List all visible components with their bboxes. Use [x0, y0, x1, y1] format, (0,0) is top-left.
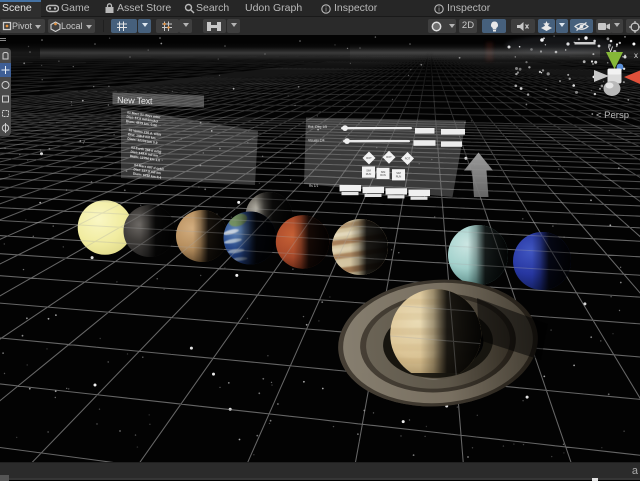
svg-text:SIM: SIM	[381, 170, 386, 174]
svg-text:SIM: SIM	[366, 169, 371, 173]
svg-text:Rs 1/1: Rs 1/1	[309, 184, 318, 188]
svg-text:RUN: RUN	[380, 173, 386, 177]
svg-text:x: x	[634, 51, 638, 60]
svg-text:< Persp: < Persp	[596, 110, 629, 121]
svg-text:RUN: RUN	[366, 172, 372, 176]
svg-text:Rot. Deg 1/5: Rot. Deg 1/5	[308, 125, 327, 129]
svg-text:New Text: New Text	[117, 95, 153, 106]
svg-text:ROT: ROT	[366, 156, 372, 160]
svg-text:ROT: ROT	[405, 157, 411, 161]
svg-text:SIM: SIM	[396, 171, 401, 175]
svg-text:ROT: ROT	[386, 155, 392, 159]
svg-text:RUN: RUN	[396, 175, 402, 179]
svg-text:Visuals 2/4: Visuals 2/4	[308, 139, 325, 143]
